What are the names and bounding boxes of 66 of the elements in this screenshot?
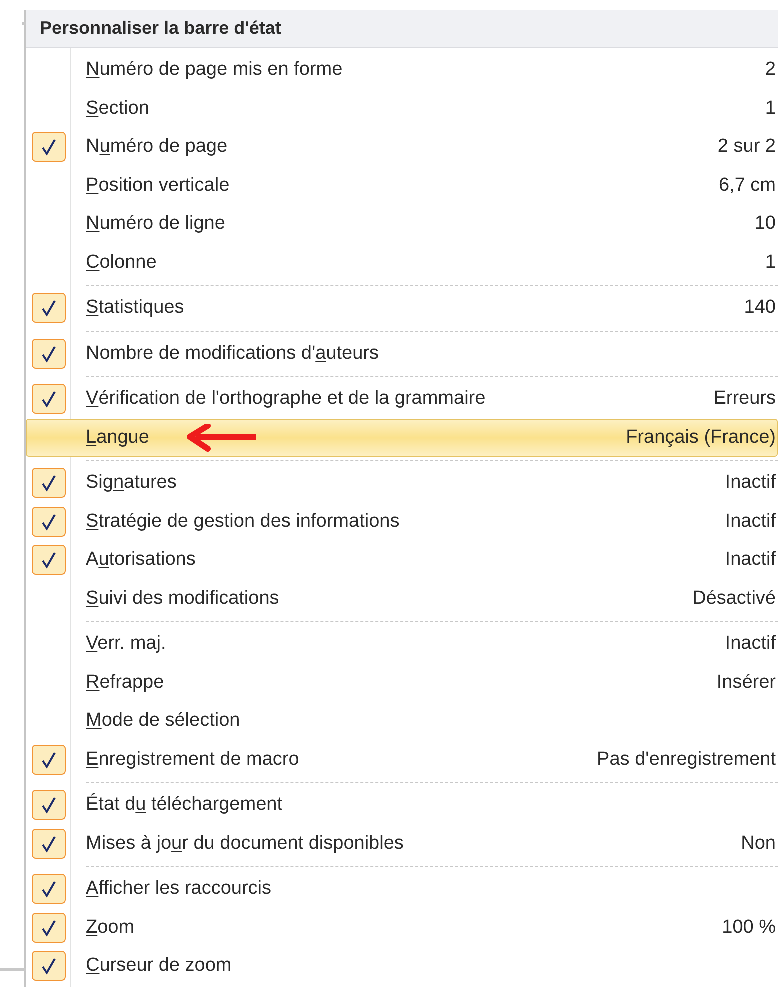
item-value: 6,7 cm [718,174,777,198]
item-label: Vérification de l'orthographe et de la grammaire [86,387,486,411]
item-label: État du téléchargement [86,792,282,817]
item-label: Afficher les raccourcis [86,877,272,901]
item-label: Colonne [86,250,157,274]
arrow-icon [186,424,258,452]
menu-item[interactable]: Signatures Inactif [26,464,778,502]
item-value: 140 [744,296,777,320]
menu-item[interactable]: Verr. maj. Inactif [26,625,778,664]
menu-item[interactable]: Afficher les raccourcis [26,870,778,908]
item-value: 2 sur 2 [718,135,777,159]
item-value: 2 [765,58,777,82]
menu-item[interactable]: Colonne 1 [26,244,778,282]
item-value: Désactivé [692,586,777,610]
item-label: Statistiques [86,296,184,320]
item-value: 1 [765,250,777,274]
menu-item[interactable]: Vérification de l'orthographe et de la grammaire Erreurs [26,380,778,418]
item-value: Pas d'enregistrement [597,748,777,772]
item-label: Numéro de page [86,135,228,159]
menu-item[interactable]: Numéro de ligne 10 [26,205,778,244]
item-label: Refrappe [86,670,164,694]
menu-item[interactable]: Zoom 100 % [26,908,778,947]
item-value: Erreurs [714,387,777,411]
item-value: Français (France) [626,426,777,450]
menu-item[interactable]: Refrappe Insérer [26,664,778,702]
menu-item[interactable]: Numéro de page mis en forme 2 [26,51,778,90]
menu-item[interactable]: Numéro de page 2 sur 2 [26,128,778,166]
menu-item[interactable]: Curseur de zoom [26,947,778,986]
item-label: Signatures [86,471,177,495]
menu-item[interactable]: État du téléchargement [26,786,778,824]
menu-item[interactable]: Suivi des modifications Désactivé [26,580,778,618]
item-label: Autorisations [86,548,196,572]
item-value: Inactif [725,471,777,495]
item-label: Mises à jour du document disponibles [86,832,404,856]
item-value: 1 [765,96,777,120]
item-value: 10 [754,212,777,236]
menu-item[interactable]: Nombre de modifications d'auteurs [26,334,778,373]
menu-item[interactable]: Mode de sélection [26,702,778,740]
menu-item[interactable]: Position verticale 6,7 cm [26,166,778,205]
item-label: Curseur de zoom [86,954,232,978]
item-label: Stratégie de gestion des informations [86,510,400,534]
item-label: Langue [86,426,150,450]
item-value: Inactif [725,510,777,534]
item-label: Numéro de page mis en forme [86,58,343,82]
item-value: Inactif [725,548,777,572]
menu-item[interactable]: Mises à jour du document disponibles Non [26,824,778,863]
item-label: Numéro de ligne [86,212,226,236]
menu-item[interactable]: Autorisations Inactif [26,541,778,580]
item-label: Position verticale [86,174,230,198]
menu-title: Personnaliser la barre d'état [26,10,778,48]
item-label: Enregistrement de macro [86,748,300,772]
menu-item[interactable]: Enregistrement de macro Pas d'enregistrement [26,740,778,779]
menu-item[interactable]: Langue Français (France) [26,418,778,457]
item-label: Nombre de modifications d'auteurs [86,342,380,366]
item-label: Verr. maj. [86,632,166,656]
item-label: Section [86,96,150,120]
menu-item[interactable]: Statistiques 140 [26,289,778,328]
item-label: Suivi des modifications [86,586,280,610]
item-value: Insérer [716,670,777,694]
item-label: Mode de sélection [86,709,240,733]
item-label: Zoom [86,916,135,940]
item-value: Non [741,832,777,856]
item-value: 100 % [722,916,777,940]
item-value: Inactif [725,632,777,656]
menu-item[interactable]: Stratégie de gestion des informations Inactif [26,502,778,541]
menu-item[interactable]: Section 1 [26,90,778,128]
